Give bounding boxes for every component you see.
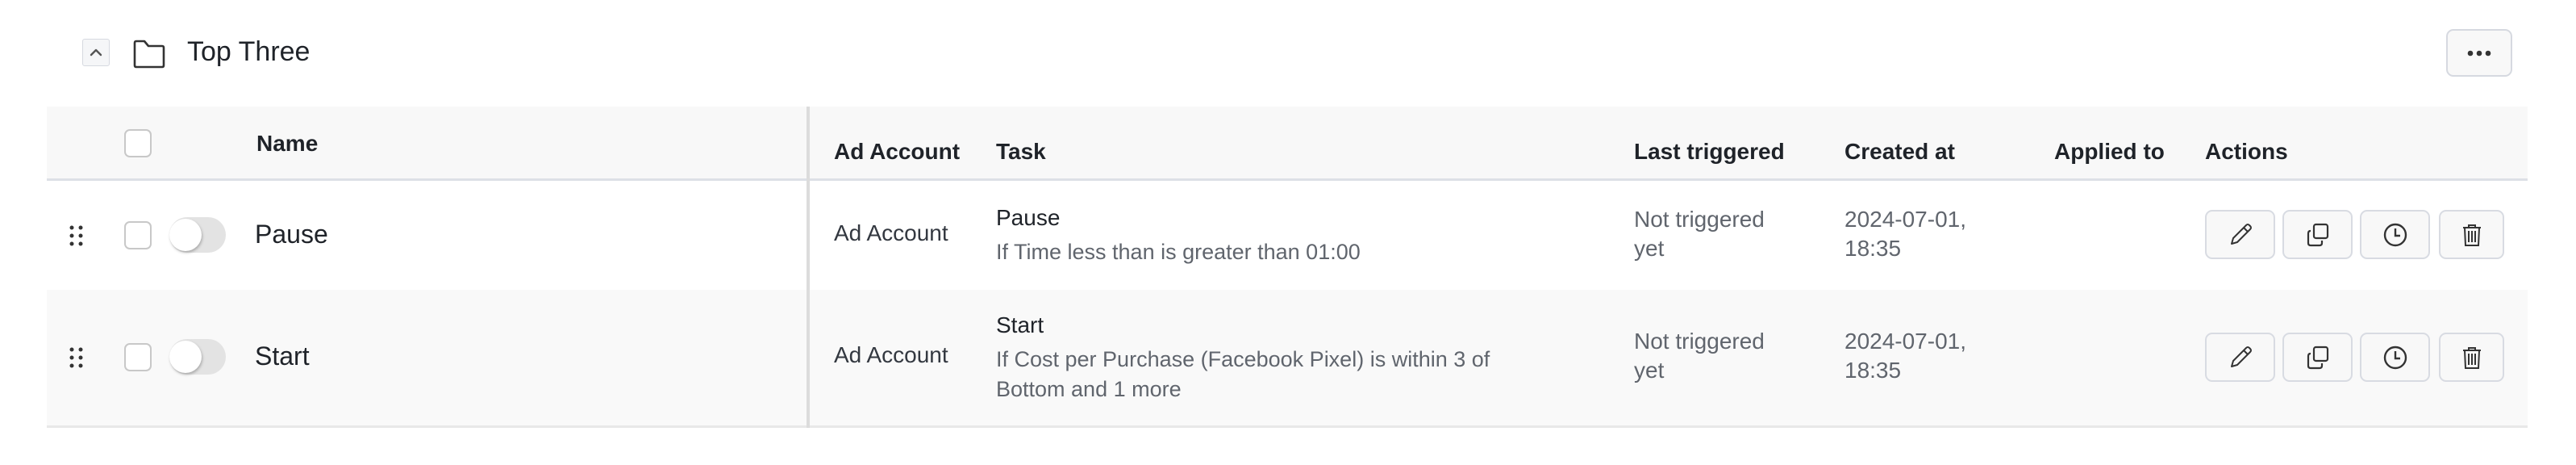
task-title: Start [996, 312, 1044, 337]
schedule-button[interactable] [2360, 210, 2430, 259]
column-header-actions: Actions [2205, 139, 2288, 164]
more-options-button[interactable] [2446, 29, 2512, 77]
created-at-date: 2024-07-01, [1844, 207, 1967, 232]
rules-table: Name Ad Account Task Last triggered Crea… [47, 107, 2528, 428]
delete-button[interactable] [2439, 333, 2504, 382]
duplicate-button[interactable] [2282, 210, 2353, 259]
column-header-created-at[interactable]: Created at [1844, 137, 1955, 166]
collapse-group-button[interactable] [82, 39, 110, 66]
select-all-checkbox[interactable] [124, 129, 152, 157]
ad-account-cell: Ad Account [834, 220, 948, 245]
ellipsis-icon [2467, 50, 2491, 56]
ad-account-cell: Ad Account [834, 342, 948, 367]
row-select-checkbox[interactable] [124, 221, 152, 249]
chevron-up-icon [90, 48, 102, 57]
drag-handle-icon[interactable] [69, 225, 84, 246]
table-row: Pause Ad Account Pause If Time less than… [47, 181, 2528, 290]
created-at-date: 2024-07-01, [1844, 329, 1967, 354]
column-header-applied-to[interactable]: Applied to [2054, 137, 2165, 166]
group-title: Top Three [187, 36, 311, 67]
edit-button[interactable] [2205, 333, 2275, 382]
column-resize-divider[interactable] [807, 107, 810, 428]
rule-name[interactable]: Pause [255, 220, 328, 249]
folder-icon [133, 40, 165, 69]
copy-icon [2307, 223, 2328, 246]
duplicate-button[interactable] [2282, 333, 2353, 382]
table-row: Start Ad Account Start If Cost per Purch… [47, 290, 2528, 428]
delete-button[interactable] [2439, 210, 2504, 259]
created-at-time: 18:35 [1844, 236, 1902, 261]
trash-icon [2462, 224, 2481, 246]
copy-icon [2307, 346, 2328, 369]
created-at-cell: 2024-07-01, 18:35 [1844, 205, 1966, 263]
edit-button[interactable] [2205, 210, 2275, 259]
task-title: Pause [996, 205, 1061, 230]
pencil-icon [2230, 223, 2252, 245]
rule-enabled-toggle[interactable] [169, 217, 226, 253]
column-header-last-triggered[interactable]: Last triggered [1634, 137, 1785, 166]
row-select-checkbox[interactable] [124, 343, 152, 371]
schedule-button[interactable] [2360, 333, 2430, 382]
task-cell: Start If Cost per Purchase (Facebook Pix… [996, 311, 1528, 404]
clock-icon [2383, 223, 2407, 246]
task-condition: If Cost per Purchase (Facebook Pixel) is… [996, 347, 1490, 401]
rule-name[interactable]: Start [255, 341, 310, 371]
pencil-icon [2230, 346, 2252, 367]
column-header-name[interactable]: Name [256, 129, 318, 158]
created-at-time: 18:35 [1844, 358, 1902, 383]
column-header-task[interactable]: Task [996, 137, 1046, 166]
rule-enabled-toggle[interactable] [169, 339, 226, 375]
trash-icon [2462, 346, 2481, 369]
clock-icon [2383, 346, 2407, 369]
table-header: Name Ad Account Task Last triggered Crea… [47, 107, 2528, 181]
task-condition: If Time less than is greater than 01:00 [996, 240, 1361, 264]
last-triggered-cell: Not triggered yet [1634, 329, 1765, 383]
created-at-cell: 2024-07-01, 18:35 [1844, 327, 1966, 385]
last-triggered-cell: Not triggered yet [1634, 207, 1765, 261]
column-header-ad-account[interactable]: Ad Account [834, 137, 960, 166]
task-cell: Pause If Time less than is greater than … [996, 203, 1544, 267]
drag-handle-icon[interactable] [69, 347, 84, 368]
